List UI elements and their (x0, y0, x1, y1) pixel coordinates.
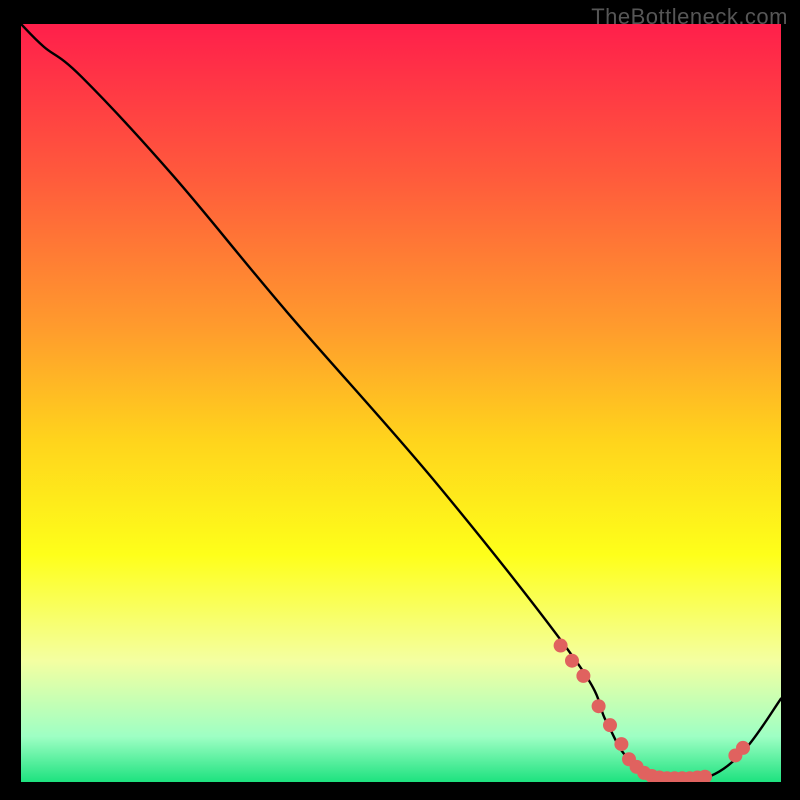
data-point (736, 741, 750, 755)
gradient-background (21, 24, 781, 782)
data-point (603, 718, 617, 732)
plot-svg (21, 24, 781, 782)
data-point (565, 654, 579, 668)
data-point (554, 639, 568, 653)
attribution-label: TheBottleneck.com (591, 4, 788, 30)
plot-area (21, 24, 781, 782)
chart-frame: TheBottleneck.com (0, 0, 800, 800)
data-point (592, 699, 606, 713)
data-point (576, 669, 590, 683)
data-point (614, 737, 628, 751)
